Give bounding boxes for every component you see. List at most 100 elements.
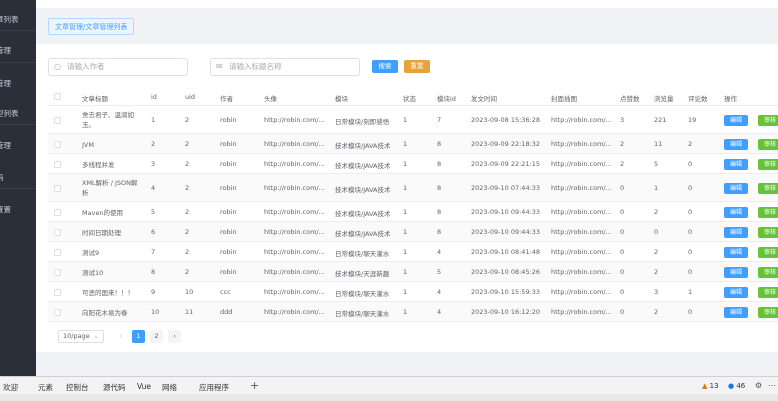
cell-avatar: http://robin.com/... [264, 227, 325, 236]
edit-button[interactable]: 编辑 [724, 266, 749, 278]
cell-comments: 19 [688, 115, 697, 124]
cell-author: ccc [220, 287, 231, 296]
title-search-input[interactable]: ✉ 请输入标题名称 [210, 58, 360, 76]
row-checkbox[interactable] [54, 184, 61, 192]
cell-views: 2 [654, 247, 659, 256]
cell-module: 技术模块/JAVA技术 [335, 185, 391, 194]
sidebar-item-manage-1[interactable]: 管理 [0, 45, 11, 56]
devtools-tab-elements[interactable]: 元素 [38, 382, 53, 393]
sidebar-item-code[interactable]: 码 [0, 172, 4, 183]
cell-title: JVM [82, 140, 94, 149]
cell-time: 2023-09-10 16:12:20 [471, 307, 541, 316]
info-count[interactable]: ● 46 [728, 382, 745, 390]
cell-likes: 2 [620, 159, 625, 168]
cell-module-id: 5 [437, 267, 442, 276]
cell-likes: 0 [620, 247, 625, 256]
prev-page-button[interactable]: ‹ [114, 330, 127, 343]
page-size-select[interactable]: 10/page ⌄ [58, 330, 104, 343]
row-checkbox[interactable] [54, 268, 61, 276]
audit-button[interactable]: 审核 [758, 138, 778, 150]
edit-button[interactable]: 编辑 [724, 206, 749, 218]
audit-button[interactable]: 审核 [758, 182, 778, 194]
cell-author: robin [220, 159, 237, 168]
row-checkbox[interactable] [54, 160, 61, 168]
cell-cover: http://robin.com/... [551, 139, 612, 148]
row-checkbox[interactable] [54, 288, 61, 296]
author-search-input[interactable]: ○ 请输入作者 [48, 58, 188, 76]
edit-button[interactable]: 编辑 [724, 246, 749, 258]
row-checkbox[interactable] [54, 140, 61, 148]
cell-title: 舍去君子、温润如玉。 [82, 111, 134, 129]
add-tab-icon[interactable]: + [250, 379, 259, 392]
audit-button[interactable]: 审核 [758, 158, 778, 170]
cell-time: 2023-09-10 09:44:33 [471, 207, 541, 216]
cell-time: 2023-09-10 15:59:33 [471, 287, 541, 296]
devtools-tab-vue[interactable]: Vue [137, 382, 151, 391]
cell-uid: 2 [185, 159, 190, 168]
audit-button[interactable]: 审核 [758, 114, 778, 126]
edit-button[interactable]: 编辑 [724, 138, 749, 150]
edit-button[interactable]: 编辑 [724, 114, 749, 126]
sidebar-item-settings[interactable]: 置置 [0, 204, 11, 215]
row-checkbox[interactable] [54, 208, 61, 216]
sidebar-item-manage-2[interactable]: 管理 [0, 78, 11, 89]
cell-likes: 3 [620, 115, 625, 124]
cell-author: robin [220, 115, 237, 124]
next-page-button[interactable]: › [168, 330, 181, 343]
mail-icon: ✉ [216, 62, 223, 71]
audit-button[interactable]: 审核 [758, 286, 778, 298]
row-checkbox[interactable] [54, 308, 61, 316]
header-actions: 操作 [724, 95, 737, 103]
cell-module: 技术模块/JAVA技术 [335, 161, 391, 170]
cell-likes: 0 [620, 207, 625, 216]
reset-button[interactable]: 重置 [404, 60, 430, 73]
breadcrumb-tab[interactable]: 文章管理/文章管理列表 [48, 18, 135, 35]
header-likes: 点赞数 [620, 95, 640, 103]
audit-button[interactable]: 审核 [758, 206, 778, 218]
table-row: 测试9 7 2 robin http://robin.com/... 日常模块/聊天灌水 1… [48, 242, 778, 262]
select-all-checkbox[interactable] [54, 93, 61, 100]
header-module: 模块 [335, 95, 348, 103]
edit-button[interactable]: 编辑 [724, 158, 749, 170]
audit-button[interactable]: 审核 [758, 226, 778, 238]
cell-cover: http://robin.com/... [551, 159, 612, 168]
edit-button[interactable]: 编辑 [724, 306, 749, 318]
row-checkbox[interactable] [54, 228, 61, 236]
table-row: 可恶的国来！！！ 9 10 ccc http://robin.com/... 日常模块/聊… [48, 282, 778, 302]
gear-icon[interactable]: ⚙ [755, 381, 762, 390]
cell-title: 向阳花木易为春 [82, 308, 128, 317]
edit-button[interactable]: 编辑 [724, 182, 749, 194]
cell-avatar: http://robin.com/... [264, 159, 325, 168]
cell-uid: 2 [185, 207, 190, 216]
sidebar-item-type-list[interactable]: 型列表 [0, 108, 19, 119]
cell-views: 5 [654, 159, 659, 168]
page-2-button[interactable]: 2 [150, 330, 163, 343]
devtools-tab-welcome[interactable]: 欢迎 [3, 382, 18, 393]
cell-time: 2023-09-10 08:41:48 [471, 247, 541, 256]
sidebar-item-article-list[interactable]: 章列表 [0, 14, 19, 25]
page-1-button[interactable]: 1 [132, 330, 145, 343]
search-button[interactable]: 搜索 [372, 60, 398, 73]
table-row: 多线程并发 3 2 robin http://robin.com/... 技术模块/JAV… [48, 154, 778, 174]
cell-title: 测试10 [82, 268, 104, 277]
edit-button[interactable]: 编辑 [724, 286, 749, 298]
cell-cover: http://robin.com/... [551, 207, 612, 216]
devtools-tab-network[interactable]: 网络 [162, 382, 177, 393]
warning-count[interactable]: ▲ 13 [702, 382, 719, 390]
cell-cover: http://robin.com/... [551, 307, 612, 316]
devtools-tab-sources[interactable]: 源代码 [103, 382, 126, 393]
more-icon[interactable]: ⋯ [768, 381, 776, 390]
audit-button[interactable]: 审核 [758, 246, 778, 258]
cell-time: 2023-09-10 09:44:33 [471, 227, 541, 236]
audit-button[interactable]: 审核 [758, 266, 778, 278]
sidebar-item-manage-3[interactable]: 管理 [0, 140, 11, 151]
cell-cover: http://robin.com/... [551, 287, 612, 296]
cell-views: 1 [654, 183, 659, 192]
row-checkbox[interactable] [54, 248, 61, 256]
edit-button[interactable]: 编辑 [724, 226, 749, 238]
table-header: 文章标题 id uid 作者 头像 模块 状态 模块id 发文时间 封面插图 点… [48, 88, 778, 106]
devtools-tab-application[interactable]: 应用程序 [199, 382, 229, 393]
row-checkbox[interactable] [54, 116, 61, 124]
cell-likes: 0 [620, 267, 625, 276]
audit-button[interactable]: 审核 [758, 306, 778, 318]
